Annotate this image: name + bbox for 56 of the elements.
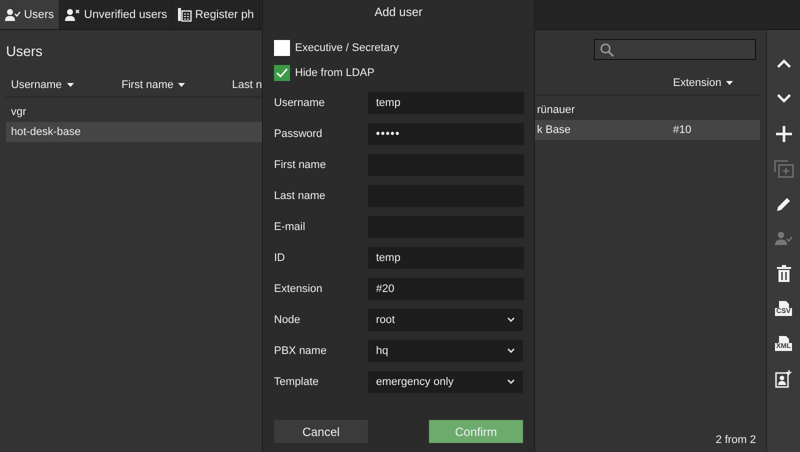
search-icon [600, 42, 614, 56]
password-field[interactable]: ••••• [368, 122, 524, 144]
field-label: Template [274, 376, 320, 388]
chevron-down-icon[interactable] [776, 94, 790, 103]
field-label: Node [274, 314, 302, 326]
field-label: PBX name [274, 344, 328, 356]
table-row[interactable]: rünauer [535, 100, 760, 120]
table-cell-text: #10 [672, 124, 692, 136]
field-label: First name [274, 158, 327, 170]
pencil-icon[interactable] [776, 196, 792, 212]
input-field[interactable]: temp [368, 92, 524, 114]
field-label: Username [274, 96, 326, 108]
field-label: Last name [274, 190, 326, 202]
chevron-down-icon [507, 317, 515, 322]
column-header[interactable]: First name [122, 78, 174, 90]
tab[interactable]: Users [0, 0, 60, 29]
field-label: E-mail [274, 220, 306, 232]
column-header[interactable]: Extension [673, 76, 722, 88]
trash-icon[interactable] [776, 265, 790, 282]
checkbox-label[interactable]: Executive / Secretary [295, 42, 399, 54]
table-row[interactable]: vgr [6, 102, 262, 122]
phone-icon [178, 7, 192, 22]
table-row[interactable]: k Base #10 [535, 120, 760, 140]
input-field[interactable]: #20 [368, 278, 524, 300]
add-contact-icon[interactable] [775, 370, 792, 388]
sort-caret-icon[interactable] [66, 82, 74, 86]
select-field[interactable]: emergency only [368, 370, 523, 392]
cancel-button[interactable]: Cancel [274, 420, 368, 443]
chevron-down-icon [507, 379, 515, 384]
table-cell-text: hot-desk-base [10, 126, 81, 138]
input-field[interactable]: temp [368, 246, 524, 268]
table-cell-text: vgr [10, 106, 26, 118]
field-label: Extension [274, 282, 324, 294]
table-cell-text: k Base [536, 124, 572, 136]
chevron-down-icon [507, 348, 515, 353]
select-field[interactable]: root [368, 308, 523, 330]
checkbox[interactable] [274, 40, 290, 56]
dialog-title: Add user [374, 5, 423, 19]
add-icon[interactable] [776, 126, 792, 142]
table-row[interactable]: hot-desk-base [6, 122, 262, 142]
select-field[interactable]: hq [368, 340, 523, 362]
checkbox-label[interactable]: Hide from LDAP [295, 67, 374, 79]
sort-caret-icon[interactable] [178, 82, 186, 86]
record-count: 2 from 2 [716, 434, 756, 446]
column-header[interactable]: Last n [232, 78, 262, 90]
chevron-up-icon[interactable] [776, 59, 790, 68]
user-remove-icon [65, 8, 82, 22]
sort-caret-icon[interactable] [726, 80, 734, 84]
user-check-icon [5, 8, 21, 22]
page-title: Users [6, 42, 43, 58]
table-cell-text: rünauer [536, 104, 576, 116]
search-field[interactable] [594, 39, 756, 60]
column-header[interactable]: Username [11, 78, 62, 90]
checkbox[interactable] [274, 65, 290, 81]
field-label: Password [274, 128, 324, 140]
field-label: ID [274, 252, 286, 264]
